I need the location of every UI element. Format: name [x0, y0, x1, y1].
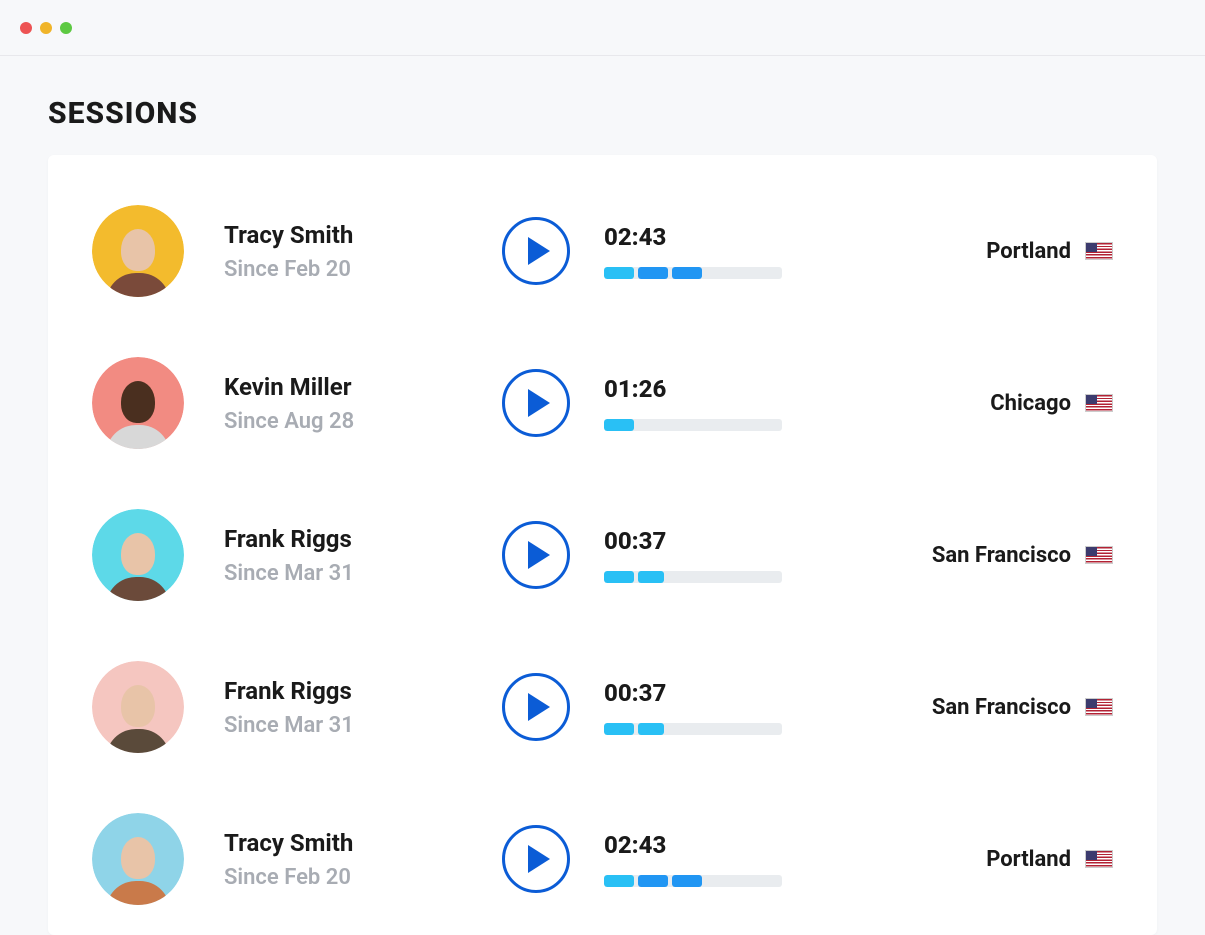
avatar: [92, 205, 184, 297]
progress-segment: [638, 267, 668, 279]
play-icon: [528, 237, 550, 265]
user-name: Tracy Smith: [224, 829, 353, 857]
avatar: [92, 509, 184, 601]
us-flag-icon: [1085, 546, 1113, 564]
time-label: 01:26: [604, 375, 782, 403]
play-icon: [528, 541, 550, 569]
progress-block: 00:37: [604, 527, 782, 583]
progress-bar[interactable]: [604, 419, 782, 431]
progress-segment: [604, 419, 634, 431]
location-name: San Francisco: [932, 543, 1071, 568]
avatar: [92, 357, 184, 449]
location-name: Chicago: [990, 391, 1071, 416]
progress-segment: [604, 571, 634, 583]
user-block: Frank Riggs Since Mar 31: [92, 661, 502, 753]
play-icon: [528, 389, 550, 417]
progress-bar[interactable]: [604, 723, 782, 735]
user-name: Frank Riggs: [224, 677, 354, 705]
play-icon: [528, 845, 550, 873]
play-icon: [528, 693, 550, 721]
progress-bar[interactable]: [604, 571, 782, 583]
user-since: Since Feb 20: [224, 865, 353, 890]
session-row: Frank Riggs Since Mar 31 00:37 San Francisc…: [92, 631, 1113, 783]
progress-block: 01:26: [604, 375, 782, 431]
user-block: Tracy Smith Since Feb 20: [92, 813, 502, 905]
time-label: 00:37: [604, 679, 782, 707]
play-button[interactable]: [502, 825, 570, 893]
user-text: Frank Riggs Since Mar 31: [224, 525, 354, 586]
progress-block: 02:43: [604, 223, 782, 279]
progress-segment: [638, 571, 664, 583]
us-flag-icon: [1085, 698, 1113, 716]
location-block: Portland: [986, 847, 1113, 872]
user-since: Since Aug 28: [224, 409, 354, 434]
user-text: Kevin Miller Since Aug 28: [224, 373, 354, 434]
user-name: Tracy Smith: [224, 221, 353, 249]
progress-segment: [672, 267, 702, 279]
window-maximize-button[interactable]: [60, 22, 72, 34]
window-titlebar: [0, 0, 1205, 56]
page-title: SESSIONS: [48, 96, 1157, 131]
session-row: Frank Riggs Since Mar 31 00:37 San Francisc…: [92, 479, 1113, 631]
user-block: Frank Riggs Since Mar 31: [92, 509, 502, 601]
avatar: [92, 661, 184, 753]
user-text: Tracy Smith Since Feb 20: [224, 829, 353, 890]
user-since: Since Feb 20: [224, 257, 353, 282]
user-text: Tracy Smith Since Feb 20: [224, 221, 353, 282]
session-row: Kevin Miller Since Aug 28 01:26 Chicago: [92, 327, 1113, 479]
location-block: Chicago: [990, 391, 1113, 416]
window-minimize-button[interactable]: [40, 22, 52, 34]
play-button[interactable]: [502, 369, 570, 437]
user-block: Kevin Miller Since Aug 28: [92, 357, 502, 449]
progress-segment: [638, 723, 664, 735]
progress-segment: [604, 723, 634, 735]
page-content: SESSIONS Tracy Smith Since Feb 20 02:43 Por…: [0, 56, 1205, 935]
location-block: San Francisco: [932, 695, 1113, 720]
progress-segment: [604, 875, 634, 887]
progress-segment: [604, 267, 634, 279]
session-row: Tracy Smith Since Feb 20 02:43 Portland: [92, 175, 1113, 327]
time-label: 00:37: [604, 527, 782, 555]
location-block: San Francisco: [932, 543, 1113, 568]
user-name: Kevin Miller: [224, 373, 354, 401]
progress-bar[interactable]: [604, 875, 782, 887]
user-since: Since Mar 31: [224, 713, 354, 738]
window-close-button[interactable]: [20, 22, 32, 34]
location-name: Portland: [986, 847, 1071, 872]
user-text: Frank Riggs Since Mar 31: [224, 677, 354, 738]
location-block: Portland: [986, 239, 1113, 264]
session-row: Tracy Smith Since Feb 20 02:43 Portland: [92, 783, 1113, 935]
progress-segment: [672, 875, 702, 887]
play-button[interactable]: [502, 521, 570, 589]
us-flag-icon: [1085, 242, 1113, 260]
user-name: Frank Riggs: [224, 525, 354, 553]
time-label: 02:43: [604, 223, 782, 251]
time-label: 02:43: [604, 831, 782, 859]
play-button[interactable]: [502, 673, 570, 741]
us-flag-icon: [1085, 850, 1113, 868]
location-name: San Francisco: [932, 695, 1071, 720]
avatar: [92, 813, 184, 905]
play-button[interactable]: [502, 217, 570, 285]
us-flag-icon: [1085, 394, 1113, 412]
location-name: Portland: [986, 239, 1071, 264]
user-block: Tracy Smith Since Feb 20: [92, 205, 502, 297]
progress-segment: [638, 875, 668, 887]
user-since: Since Mar 31: [224, 561, 354, 586]
progress-block: 02:43: [604, 831, 782, 887]
sessions-card: Tracy Smith Since Feb 20 02:43 Portland Kevi…: [48, 155, 1157, 935]
progress-bar[interactable]: [604, 267, 782, 279]
progress-block: 00:37: [604, 679, 782, 735]
